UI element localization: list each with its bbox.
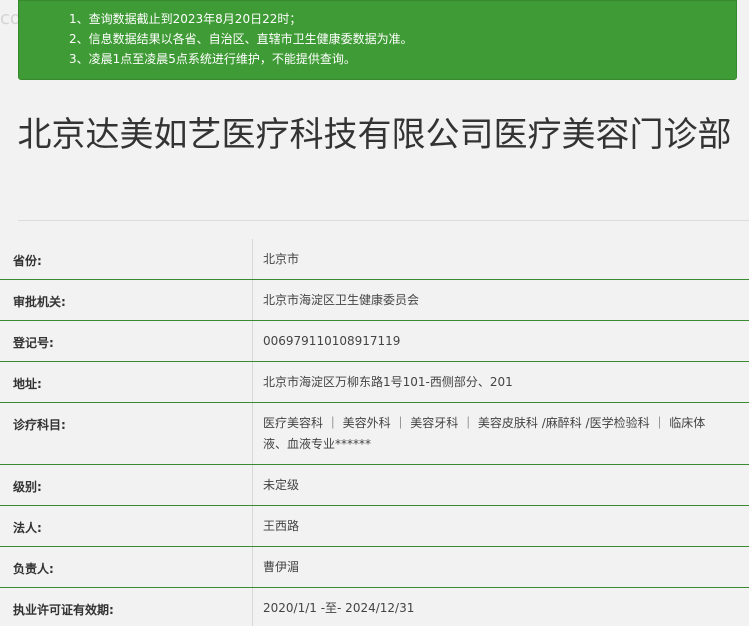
registration-no-label: 登记号: <box>13 336 54 350</box>
person-in-charge-value: 曹伊湄 <box>263 560 300 574</box>
departments-label: 诊疗科目: <box>13 418 66 432</box>
row-registration-no: 登记号: 006979110108917119 <box>0 321 749 362</box>
info-table: 省份: 北京市 审批机关: 北京市海淀区卫生健康委员会 登记号: 0069791… <box>0 239 749 626</box>
column-divider <box>252 547 253 588</box>
license-validity-value: 2020/1/1 -至- 2024/12/31 <box>263 601 415 615</box>
row-person-in-charge: 负责人: 曹伊湄 <box>0 547 749 588</box>
column-divider <box>252 403 253 465</box>
approval-authority-label: 审批机关: <box>13 295 66 309</box>
license-validity-label: 执业许可证有效期: <box>13 603 114 617</box>
province-label: 省份: <box>13 254 42 268</box>
notice-line-2: 2、信息数据结果以各省、自治区、直辖市卫生健康委数据为准。 <box>69 32 413 46</box>
person-in-charge-label: 负责人: <box>13 562 54 576</box>
level-value: 未定级 <box>263 478 300 492</box>
notice-line-1: 1、查询数据截止到2023年8月20日22时； <box>69 12 302 26</box>
row-approval-authority: 审批机关: 北京市海淀区卫生健康委员会 <box>0 280 749 321</box>
address-label: 地址: <box>13 377 42 391</box>
legal-person-label: 法人: <box>13 521 42 535</box>
column-divider <box>252 362 253 403</box>
row-address: 地址: 北京市海淀区万柳东路1号101-西侧部分、201 <box>0 362 749 403</box>
page-title: 北京达美如艺医疗科技有限公司医疗美容门诊部 <box>17 115 732 155</box>
row-departments: 诊疗科目: 医疗美容科 ｜ 美容外科 ｜ 美容牙科 ｜ 美容皮肤科 /麻醉科 /… <box>0 403 749 465</box>
notice-line-3: 3、凌晨1点至凌晨5点系统进行维护，不能提供查询。 <box>69 52 356 66</box>
column-divider <box>252 239 253 280</box>
row-legal-person: 法人: 王西路 <box>0 506 749 547</box>
column-divider <box>252 321 253 362</box>
column-divider <box>252 465 253 506</box>
address-value: 北京市海淀区万柳东路1号101-西侧部分、201 <box>263 375 513 389</box>
column-divider <box>252 588 253 626</box>
registration-no-value: 006979110108917119 <box>263 334 401 348</box>
approval-authority-value: 北京市海淀区卫生健康委员会 <box>263 293 420 307</box>
row-level: 级别: 未定级 <box>0 465 749 506</box>
title-divider <box>18 220 749 221</box>
column-divider <box>252 506 253 547</box>
legal-person-value: 王西路 <box>263 519 300 533</box>
level-label: 级别: <box>13 480 42 494</box>
row-license-validity: 执业许可证有效期: 2020/1/1 -至- 2024/12/31 <box>0 588 749 626</box>
row-province: 省份: 北京市 <box>0 239 749 280</box>
notice-banner: 1、查询数据截止到2023年8月20日22时； 2、信息数据结果以各省、自治区、… <box>18 0 737 80</box>
column-divider <box>252 280 253 321</box>
departments-value: 医疗美容科 ｜ 美容外科 ｜ 美容牙科 ｜ 美容皮肤科 /麻醉科 /医学检验科 … <box>263 416 706 451</box>
province-value: 北京市 <box>263 252 300 266</box>
